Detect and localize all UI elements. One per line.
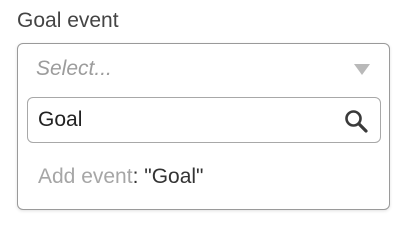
field-label: Goal event	[17, 9, 119, 32]
add-event-value: : "Goal"	[132, 165, 204, 188]
chevron-down-icon[interactable]	[354, 64, 370, 75]
select-header[interactable]: Select...	[18, 44, 389, 90]
add-event-option[interactable]: Add event: "Goal"	[38, 164, 204, 190]
search-box[interactable]	[27, 97, 381, 143]
goal-event-select[interactable]: Select... Add event: "Goal"	[17, 43, 390, 210]
search-input[interactable]	[28, 98, 328, 142]
search-icon[interactable]	[343, 108, 369, 134]
select-placeholder: Select...	[36, 57, 112, 80]
add-event-prefix: Add event	[38, 165, 133, 188]
